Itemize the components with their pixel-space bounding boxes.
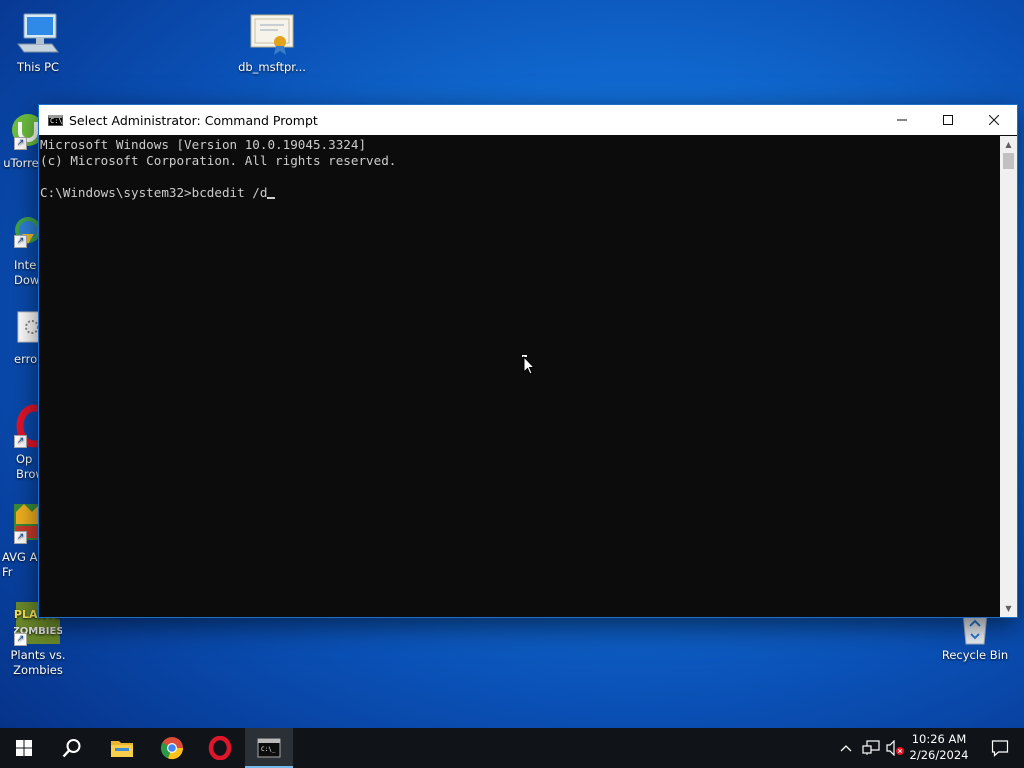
window-title: Select Administrator: Command Prompt (69, 112, 318, 128)
download-manager-icon: ↗ (0, 210, 41, 256)
file-explorer-icon (111, 741, 133, 757)
chevron-up-icon (840, 745, 852, 752)
taskbar-chrome[interactable] (148, 728, 196, 768)
opera-icon: ↗ (0, 404, 52, 450)
search-icon (62, 739, 81, 758)
console-line: Microsoft Windows [Version 10.0.19045.33… (40, 137, 367, 152)
start-button[interactable] (0, 728, 48, 768)
console-line: (c) Microsoft Corporation. All rights re… (40, 153, 397, 168)
command-prompt-icon: C:\ (48, 114, 63, 126)
maximize-icon (943, 115, 953, 125)
desktop-icon-this-pc[interactable]: This PC (0, 12, 76, 75)
start-icon (16, 740, 32, 756)
desktop-icon-opera[interactable]: ↗ Op Brow (0, 404, 52, 482)
desktop-icon-label: Recycle Bin (941, 648, 1009, 662)
svg-text:C:\_: C:\_ (261, 746, 276, 753)
mouse-pointer-icon (519, 343, 536, 385)
utorrent-icon: ↗ (0, 108, 44, 154)
computer-icon (14, 12, 62, 58)
desktop-icon-download-manager[interactable]: ↗ Inte Dow (0, 210, 41, 288)
scrollbar-thumb[interactable] (1003, 153, 1014, 169)
desktop-icon-error-file[interactable]: erro (0, 310, 41, 367)
desktop-icon-label: AVG An Fr (2, 550, 45, 579)
taskbar-file-explorer[interactable] (98, 728, 146, 768)
volume-muted-icon (886, 740, 904, 756)
console-prompt-line[interactable]: C:\Windows\system32>bcdedit /d (40, 185, 1000, 201)
taskbar-opera[interactable] (196, 728, 244, 768)
close-icon (989, 115, 999, 125)
minimize-button[interactable] (879, 105, 925, 135)
clock-time: 10:26 AM (911, 732, 967, 746)
console-output[interactable]: Microsoft Windows [Version 10.0.19045.33… (39, 136, 1000, 617)
desktop-icon-label: This PC (16, 60, 60, 74)
volume-button[interactable] (884, 728, 906, 768)
clock-date: 2/26/2024 (909, 748, 969, 762)
desktop-icon-recycle-bin[interactable]: Recycle Bin (937, 612, 1013, 663)
taskbar: C:\_ 10:26 AM 2/26/2024 (0, 728, 1024, 768)
network-button[interactable] (860, 728, 882, 768)
opera-icon (208, 736, 232, 760)
console-command: C:\Windows\system32>bcdedit /d (40, 185, 268, 200)
maximize-button[interactable] (925, 105, 971, 135)
desktop-icon-label: db_msftpr... (238, 60, 306, 74)
network-icon (862, 740, 880, 755)
desktop-icon-label: Op Brow (16, 452, 45, 481)
desktop-icon-label: uTorre (3, 156, 39, 170)
shortcut-arrow-icon: ↗ (14, 137, 27, 150)
search-button[interactable] (48, 728, 96, 768)
action-center-button[interactable] (976, 728, 1024, 768)
console-line: ​ (40, 169, 1000, 185)
certificate-icon (248, 12, 296, 58)
shortcut-arrow-icon: ↗ (14, 633, 27, 646)
desktop-icon-db-msftpr[interactable]: db_msftpr... (234, 12, 310, 75)
desktop-icon-label: erro (14, 352, 38, 366)
desktop-icon-label: Inte Dow (14, 258, 40, 287)
scroll-down-arrow-icon[interactable]: ▼ (1000, 600, 1017, 617)
shortcut-arrow-icon: ↗ (14, 235, 27, 248)
desktop-icon-label: Plants vs. Zombies (10, 648, 66, 677)
shortcut-arrow-icon: ↗ (14, 531, 27, 544)
chrome-icon (160, 737, 184, 760)
notifications-icon (991, 740, 1009, 757)
taskbar-command-prompt[interactable]: C:\_ (245, 728, 293, 768)
close-button[interactable] (971, 105, 1017, 135)
avg-antivirus-icon: ↗ (0, 502, 42, 548)
show-hidden-icons-button[interactable] (836, 728, 856, 768)
window-titlebar[interactable]: C:\ Select Administrator: Command Prompt (39, 105, 1017, 135)
desktop-icon-utorrent[interactable]: ↗ uTorre (0, 108, 44, 171)
shortcut-arrow-icon: ↗ (14, 435, 27, 448)
scroll-up-arrow-icon[interactable]: ▲ (1000, 136, 1017, 153)
minimize-icon (897, 119, 907, 121)
clock[interactable]: 10:26 AM 2/26/2024 (906, 731, 972, 763)
command-prompt-icon: C:\_ (257, 738, 281, 758)
vertical-scrollbar[interactable]: ▲ ▼ (1000, 136, 1017, 617)
gear-file-icon (0, 310, 41, 350)
text-cursor (267, 197, 276, 199)
desktop-icon-avg-antivirus[interactable]: ↗ AVG An Fr (0, 502, 45, 580)
